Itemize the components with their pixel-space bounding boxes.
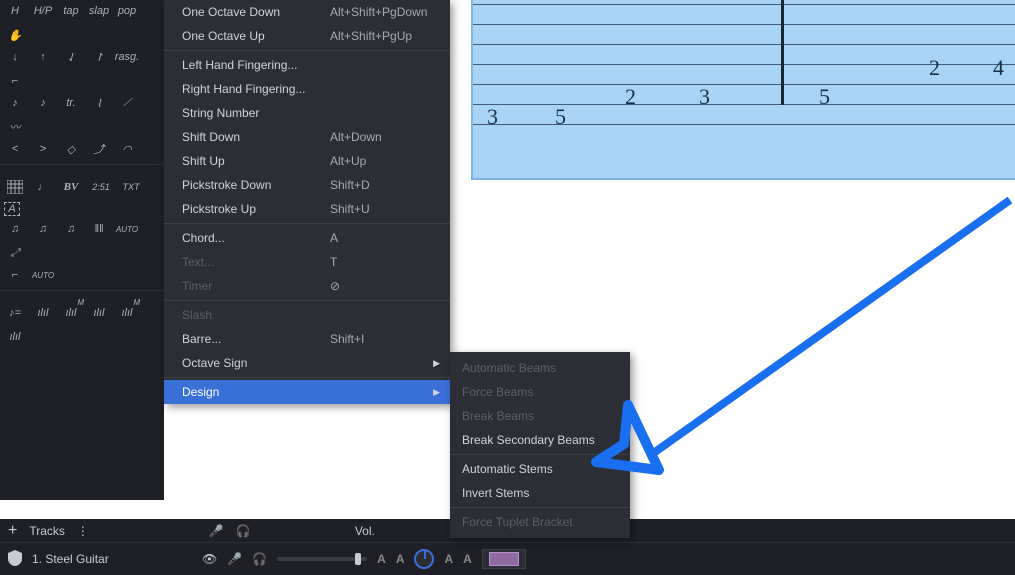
tool-cresc-icon[interactable]: < (4, 140, 26, 158)
submenu-item-break-secondary-beams[interactable]: Break Secondary Beams (450, 428, 630, 452)
tool-dynamics1-icon[interactable]: ılıl (32, 304, 54, 322)
design-submenu: Automatic BeamsForce BeamsBreak BeamsBre… (450, 352, 630, 538)
vol-label: Vol. (355, 524, 375, 538)
add-track-button[interactable]: + (8, 522, 17, 540)
track-instrument-icon[interactable] (8, 550, 22, 569)
automation-a3[interactable]: A (444, 552, 453, 566)
menu-item-text: Text...T (164, 250, 450, 274)
tool-beam1-icon[interactable]: ♫ (4, 220, 26, 238)
menu-item-design[interactable]: Design▶ (164, 380, 450, 404)
menu-item-timer: Timer⊘ (164, 274, 450, 298)
tool-bv[interactable]: BV (60, 178, 82, 196)
tool-pop[interactable]: pop (116, 2, 138, 20)
menu-item-right-hand-fingering[interactable]: Right Hand Fingering... (164, 77, 450, 101)
tool-chord-a[interactable]: A (4, 202, 20, 216)
submenu-item-automatic-beams: Automatic Beams (450, 356, 630, 380)
tool-trill-icon[interactable]: tr. (60, 94, 82, 112)
track-clip[interactable] (482, 549, 526, 569)
tool-bracket-icon[interactable]: ⌐ (4, 72, 26, 90)
tool-beam2-icon[interactable]: ♫ (32, 220, 54, 238)
track-visibility-icon[interactable]: 👁 (202, 552, 217, 566)
context-menu: One Octave DownAlt+Shift+PgDownOne Octav… (164, 0, 450, 404)
tool-bracket2-icon[interactable]: ⌐ (4, 266, 26, 284)
tool-palm-mute-icon[interactable]: ✋ (4, 26, 26, 44)
tool-decresc-icon[interactable]: > (32, 140, 54, 158)
submenu-item-force-beams: Force Beams (450, 380, 630, 404)
tab-fret-number[interactable]: 3 (699, 84, 710, 110)
tool-slide-icon[interactable]: ⟋ (116, 94, 138, 112)
tool-tap[interactable]: tap (60, 2, 82, 20)
tab-selection[interactable]: 3 5 2 3 5 2 4 (471, 0, 1015, 180)
tool-dynamics2-icon[interactable]: ılıl (88, 304, 110, 322)
tool-timer[interactable]: 2:51 (88, 178, 114, 196)
volume-slider[interactable] (277, 557, 367, 561)
submenu-item-automatic-stems[interactable]: Automatic Stems (450, 457, 630, 481)
tool-grid-icon[interactable] (4, 178, 26, 196)
tool-beam3-icon[interactable]: ♫ (60, 220, 82, 238)
tools-sidebar: H H/P tap slap pop ✋ ↓ ↑ ⇃ ↾ rasg. ⌐ ♪ ♪… (0, 0, 164, 500)
tool-arpeggio-down-icon[interactable]: ⇃ (60, 48, 82, 66)
tracks-label: Tracks (29, 524, 65, 538)
tab-fret-number[interactable]: 2 (625, 84, 636, 110)
tool-note-icon[interactable]: ♩ (32, 178, 54, 196)
tool-grace-note-icon[interactable]: ♪ (4, 94, 26, 112)
tab-fret-number[interactable]: 2 (929, 55, 940, 81)
tool-auto2-icon[interactable]: AUTO (32, 266, 54, 284)
tab-fret-number[interactable]: 5 (555, 104, 566, 130)
menu-item-shift-down[interactable]: Shift DownAlt+Down (164, 125, 450, 149)
tool-grace-note2-icon[interactable]: ♪ (32, 94, 54, 112)
headphones-icon[interactable]: 🎧 (236, 524, 251, 538)
menu-item-octave-sign[interactable]: Octave Sign▶ (164, 351, 450, 375)
tool-arrow-down-icon[interactable]: ↓ (4, 48, 26, 66)
pan-knob[interactable] (414, 549, 434, 569)
submenu-item-break-beams: Break Beams (450, 404, 630, 428)
track-name[interactable]: 1. Steel Guitar (32, 552, 192, 566)
tool-vibrato-icon[interactable]: 〰 (4, 118, 26, 136)
submenu-item-force-tuplet-bracket: Force Tuplet Bracket (450, 510, 630, 534)
menu-item-shift-up[interactable]: Shift UpAlt+Up (164, 149, 450, 173)
tool-dynamics3-icon[interactable]: ılıl (4, 328, 26, 346)
tab-fret-number[interactable]: 5 (819, 84, 830, 110)
automation-a1[interactable]: A (377, 552, 386, 566)
tool-tremolo-icon[interactable]: ⌇ (88, 94, 110, 112)
tool-auto-icon[interactable]: AUTO (116, 220, 138, 238)
menu-item-left-hand-fingering[interactable]: Left Hand Fingering... (164, 53, 450, 77)
tool-bend-icon[interactable]: ⤴ (88, 140, 110, 158)
tool-hp[interactable]: H/P (32, 2, 54, 20)
menu-item-string-number[interactable]: String Number (164, 101, 450, 125)
menu-item-one-octave-up[interactable]: One Octave UpAlt+Shift+PgUp (164, 24, 450, 48)
tool-arrow-up-icon[interactable]: ↑ (32, 48, 54, 66)
submenu-arrow-icon: ▶ (433, 358, 440, 369)
menu-item-chord[interactable]: Chord...A (164, 226, 450, 250)
menu-item-one-octave-down[interactable]: One Octave DownAlt+Shift+PgDown (164, 0, 450, 24)
submenu-arrow-icon: ▶ (433, 387, 440, 398)
menu-item-pickstroke-up[interactable]: Pickstroke UpShift+U (164, 197, 450, 221)
barline (781, 0, 784, 105)
tracks-menu-icon[interactable]: ⋮ (77, 524, 89, 538)
menu-item-slash: Slash (164, 303, 450, 327)
tool-slap[interactable]: slap (88, 2, 110, 20)
automation-a2[interactable]: A (396, 552, 405, 566)
automation-a4[interactable]: A (463, 552, 472, 566)
tool-h[interactable]: H (4, 2, 26, 20)
tool-rest-icon[interactable]: ♪= (4, 304, 26, 322)
mic-icon[interactable]: 🎤 (209, 524, 224, 538)
menu-item-barre[interactable]: Barre...Shift+I (164, 327, 450, 351)
tool-rasg[interactable]: rasg. (116, 48, 138, 66)
tool-txt[interactable]: TXT (120, 178, 142, 196)
tool-dynamics-m2-icon[interactable]: ılılM (116, 304, 138, 322)
tool-arpeggio-up-icon[interactable]: ↾ (88, 48, 110, 66)
tab-fret-number[interactable]: 3 (487, 104, 498, 130)
tool-dynamics-m1-icon[interactable]: ılılM (60, 304, 82, 322)
tab-fret-number[interactable]: 4 (993, 55, 1004, 81)
submenu-item-invert-stems[interactable]: Invert Stems (450, 481, 630, 505)
track-mic-icon[interactable]: 🎤 (227, 552, 242, 566)
track-headphones-icon[interactable]: 🎧 (252, 552, 267, 566)
tool-accent-icon[interactable]: ◇ (60, 140, 82, 158)
tool-stems-icon[interactable]: ‖‖ (88, 220, 110, 238)
tool-invert-icon[interactable]: ⤢ (4, 244, 26, 262)
menu-item-pickstroke-down[interactable]: Pickstroke DownShift+D (164, 173, 450, 197)
tool-fermata-icon[interactable]: ◠ (116, 140, 138, 158)
